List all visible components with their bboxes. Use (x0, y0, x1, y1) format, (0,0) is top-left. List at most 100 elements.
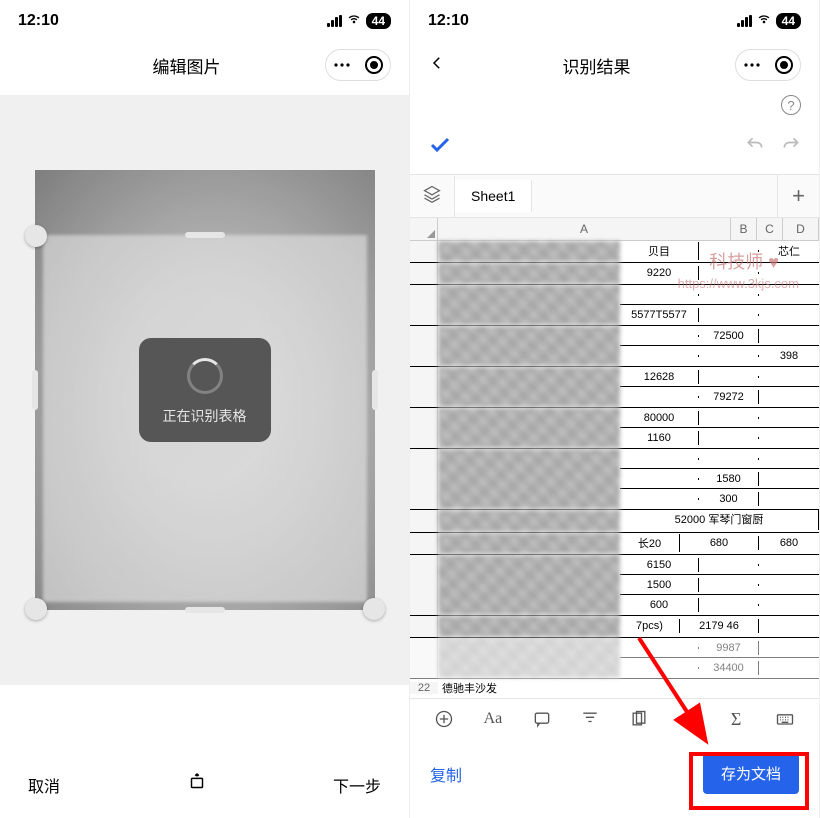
cell[interactable]: 72500 (699, 329, 759, 343)
cell[interactable] (759, 437, 819, 439)
cell[interactable]: 1160 (620, 431, 699, 445)
more-icon[interactable] (330, 53, 354, 77)
col-header[interactable]: C (757, 218, 783, 240)
cell[interactable]: 1580 (699, 472, 759, 486)
cell[interactable] (759, 458, 819, 460)
cell[interactable]: 680 (759, 536, 819, 550)
cell[interactable]: 2179 46 (680, 619, 759, 633)
cell[interactable]: 7pcs) (620, 619, 680, 633)
cell[interactable]: 398 (759, 349, 819, 363)
sheet-tab[interactable]: Sheet1 (455, 180, 532, 212)
cell[interactable] (699, 458, 759, 460)
cell[interactable]: 34400 (699, 661, 759, 675)
crop-edge-right[interactable] (372, 370, 378, 410)
crop-handle-bl[interactable] (25, 598, 47, 620)
cell[interactable] (699, 604, 759, 606)
cell[interactable] (620, 294, 699, 296)
table-row[interactable]: 6150 1500 600 (410, 555, 819, 616)
cell[interactable] (699, 294, 759, 296)
cell[interactable] (759, 417, 819, 419)
cell[interactable] (620, 498, 699, 500)
cell[interactable]: 680 (680, 536, 759, 550)
share-icon[interactable] (675, 707, 699, 731)
cell[interactable]: 12628 (620, 370, 699, 384)
next-button[interactable]: 下一步 (333, 773, 381, 797)
col-header[interactable]: A (438, 218, 731, 240)
table-row[interactable]: 9220 (410, 263, 819, 285)
cell[interactable] (759, 584, 819, 586)
cell[interactable] (759, 272, 819, 274)
cell[interactable] (620, 647, 699, 649)
cell[interactable] (620, 458, 699, 460)
help-icon[interactable]: ? (781, 95, 801, 115)
comment-icon[interactable] (530, 707, 554, 731)
table-row[interactable]: 7pcs)2179 46 (410, 616, 819, 638)
cell[interactable] (699, 272, 759, 274)
table-row[interactable]: 52000 军琴门窗厨 (410, 510, 819, 533)
font-icon[interactable]: Aa (481, 707, 505, 731)
cell[interactable] (620, 396, 699, 398)
table-row[interactable]: 1580 300 (410, 449, 819, 510)
cell[interactable] (759, 478, 819, 480)
target-icon[interactable] (362, 53, 386, 77)
rotate-icon[interactable] (186, 771, 208, 798)
cell[interactable] (759, 647, 819, 649)
cell[interactable] (699, 417, 759, 419)
cell[interactable]: 80000 (620, 411, 699, 425)
table-row[interactable]: 长20680680 (410, 533, 819, 555)
cell[interactable] (759, 314, 819, 316)
cell[interactable] (620, 335, 699, 337)
cell[interactable] (699, 437, 759, 439)
cell[interactable]: 9220 (620, 266, 699, 280)
filter-icon[interactable] (578, 707, 602, 731)
cell[interactable] (759, 294, 819, 296)
cell[interactable]: 5577T5577 (620, 308, 699, 322)
keyboard-icon[interactable] (773, 707, 797, 731)
cell[interactable] (759, 625, 819, 627)
cell[interactable] (620, 355, 699, 357)
crop-edge-top[interactable] (185, 232, 225, 238)
cell[interactable]: 300 (699, 492, 759, 506)
add-icon[interactable] (432, 707, 456, 731)
sum-icon[interactable]: Σ (724, 707, 748, 731)
table-row[interactable]: 1262879272 (410, 367, 819, 408)
save-document-button[interactable]: 存为文档 (703, 753, 799, 794)
select-all-corner[interactable] (410, 218, 438, 240)
cell[interactable]: 1500 (620, 578, 699, 592)
cell[interactable] (699, 584, 759, 586)
copy-button[interactable]: 复制 (430, 762, 462, 786)
cell[interactable] (699, 564, 759, 566)
layers-icon[interactable] (410, 176, 455, 217)
cell[interactable] (620, 667, 699, 669)
cell[interactable] (759, 376, 819, 378)
table-row[interactable]: 72500398 (410, 326, 819, 367)
add-sheet-button[interactable]: + (777, 175, 819, 217)
cell[interactable]: 52000 军琴门窗厨 (620, 510, 819, 528)
target-icon[interactable] (772, 53, 796, 77)
redo-icon[interactable] (781, 135, 801, 160)
col-header[interactable]: B (731, 218, 757, 240)
crop-edge-left[interactable] (32, 370, 38, 410)
image-preview[interactable]: 正在识别表格 (0, 95, 409, 685)
copy-icon[interactable] (627, 707, 651, 731)
cell[interactable] (759, 498, 819, 500)
crop-handle-br[interactable] (363, 598, 385, 620)
spreadsheet[interactable]: A B C D 贝目芯仁 92205577T557772500398126287… (410, 218, 819, 697)
confirm-icon[interactable] (428, 133, 452, 162)
cell[interactable]: 600 (620, 598, 699, 612)
cell[interactable] (759, 564, 819, 566)
table-row[interactable]: 22 德驰丰沙发 (410, 679, 819, 697)
cell[interactable] (620, 530, 819, 532)
cell[interactable] (699, 355, 759, 357)
back-button[interactable] (428, 54, 458, 77)
cell[interactable] (699, 314, 759, 316)
table-row[interactable]: 9987 34400 (410, 638, 819, 679)
col-header[interactable]: D (783, 218, 819, 240)
table-row[interactable]: 5577T5577 (410, 285, 819, 326)
cell[interactable]: 79272 (699, 390, 759, 404)
cell[interactable]: 6150 (620, 558, 699, 572)
undo-icon[interactable] (745, 135, 765, 160)
cell[interactable]: 9987 (699, 641, 759, 655)
crop-handle-tl[interactable] (25, 225, 47, 247)
more-icon[interactable] (740, 53, 764, 77)
